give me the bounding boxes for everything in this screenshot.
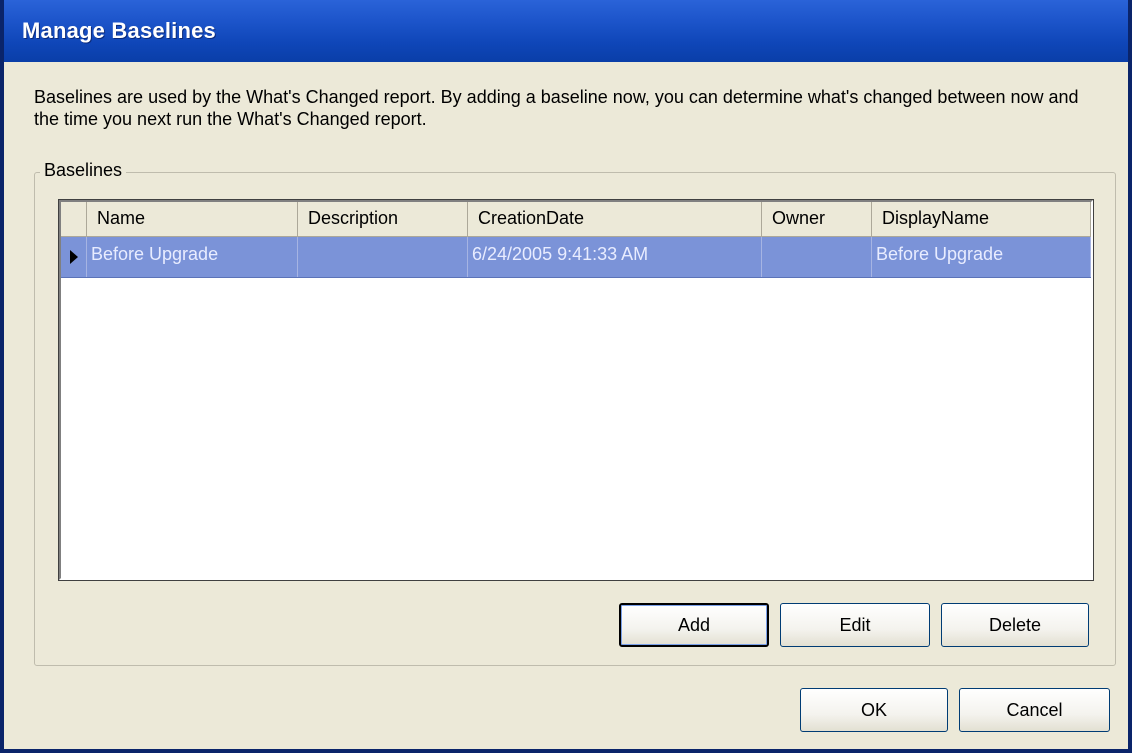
column-header-name[interactable]: Name bbox=[87, 202, 298, 236]
column-header-owner[interactable]: Owner bbox=[762, 202, 872, 236]
delete-button[interactable]: Delete bbox=[941, 603, 1089, 647]
row-header-corner bbox=[61, 202, 87, 236]
baselines-group-label: Baselines bbox=[40, 160, 127, 181]
column-header-creation-date[interactable]: CreationDate bbox=[468, 202, 762, 236]
cell-description[interactable] bbox=[298, 237, 468, 277]
manage-baselines-dialog: Manage Baselines Baselines are used by t… bbox=[0, 0, 1132, 753]
cell-name[interactable]: Before Upgrade bbox=[87, 237, 298, 277]
grid-header: Name Description CreationDate Owner Disp… bbox=[61, 202, 1091, 237]
cell-owner[interactable] bbox=[762, 237, 872, 277]
ok-button[interactable]: OK bbox=[800, 688, 948, 732]
row-selector[interactable] bbox=[61, 237, 87, 277]
add-button[interactable]: Add bbox=[619, 603, 769, 647]
edit-button[interactable]: Edit bbox=[780, 603, 930, 647]
window-title: Manage Baselines bbox=[22, 18, 216, 43]
baselines-grid[interactable]: Name Description CreationDate Owner Disp… bbox=[58, 199, 1094, 581]
cell-creation-date[interactable]: 6/24/2005 9:41:33 AM bbox=[468, 237, 762, 277]
column-header-description[interactable]: Description bbox=[298, 202, 468, 236]
cell-display-name[interactable]: Before Upgrade bbox=[872, 237, 1091, 277]
current-row-arrow-icon bbox=[70, 250, 78, 264]
cancel-button[interactable]: Cancel bbox=[959, 688, 1110, 732]
intro-text: Baselines are used by the What's Changed… bbox=[34, 87, 1079, 129]
table-row[interactable]: Before Upgrade 6/24/2005 9:41:33 AM Befo… bbox=[61, 237, 1091, 278]
title-bar[interactable]: Manage Baselines bbox=[4, 0, 1128, 62]
column-header-display-name[interactable]: DisplayName bbox=[872, 202, 1091, 236]
